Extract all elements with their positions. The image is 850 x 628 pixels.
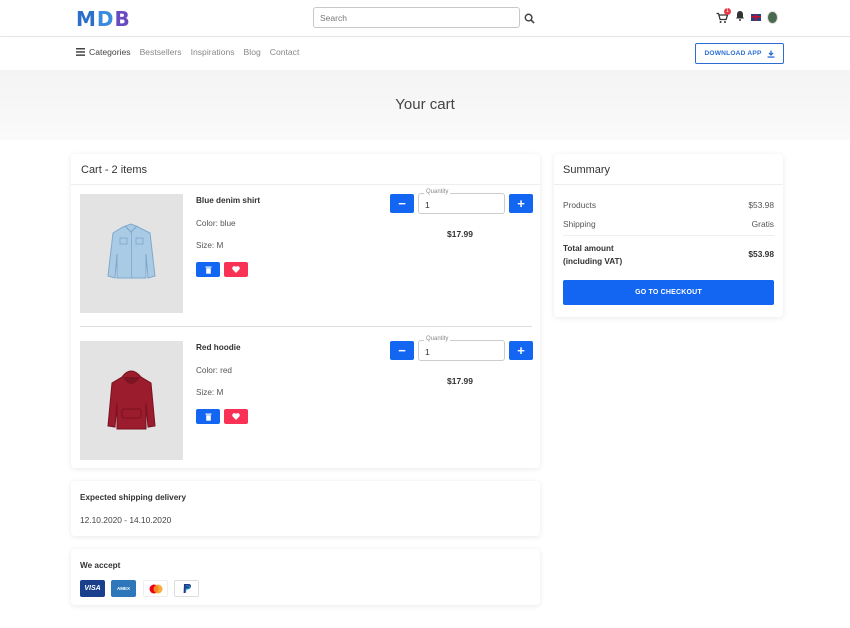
amex-icon: AMEX xyxy=(111,580,136,597)
nav-bar: Categories Bestsellers Inspirations Blog… xyxy=(0,37,850,70)
product-name[interactable]: Red hoodie xyxy=(196,343,241,352)
quantity-input[interactable] xyxy=(418,340,505,361)
heart-icon xyxy=(232,413,240,420)
quantity-input[interactable] xyxy=(418,193,505,214)
hamburger-icon xyxy=(76,48,85,56)
quantity-field: Quantity xyxy=(418,336,505,361)
logo-letter-b: B xyxy=(114,7,131,31)
products-value: $53.98 xyxy=(748,200,774,210)
increase-quantity-button[interactable]: + xyxy=(509,194,533,213)
summary-title: Summary xyxy=(554,154,783,185)
trash-icon xyxy=(205,413,211,421)
total-label-line2: (including VAT) xyxy=(563,257,623,266)
product-name[interactable]: Blue denim shirt xyxy=(196,196,260,205)
logo-letter-d: D xyxy=(96,7,115,31)
accept-title: We accept xyxy=(80,561,121,570)
product-price: $17.99 xyxy=(447,229,473,239)
visa-icon: VISA xyxy=(80,580,105,597)
total-value: $53.98 xyxy=(748,249,774,259)
logo[interactable]: MDB xyxy=(76,7,131,31)
mastercard-icon xyxy=(143,580,168,597)
nav-bestsellers[interactable]: Bestsellers xyxy=(140,47,182,57)
shipping-card: Expected shipping delivery 12.10.2020 - … xyxy=(71,481,540,536)
uk-flag-icon[interactable] xyxy=(751,13,761,21)
download-app-button[interactable]: DOWNLOAD APP xyxy=(695,43,784,64)
avatar[interactable] xyxy=(767,10,778,24)
quantity-label: Quantity xyxy=(424,336,451,342)
nav-blog[interactable]: Blog xyxy=(244,47,261,57)
download-icon xyxy=(767,50,775,58)
nav-contact[interactable]: Contact xyxy=(270,47,300,57)
logo-letter-m: M xyxy=(76,7,97,31)
item-divider xyxy=(80,326,532,327)
shipping-label: Shipping xyxy=(563,219,596,229)
denim-shirt-icon xyxy=(107,223,156,279)
cart-header: Cart - 2 items xyxy=(71,154,540,185)
products-label: Products xyxy=(563,200,597,210)
quantity-label: Quantity xyxy=(424,189,451,195)
quantity-field: Quantity xyxy=(418,189,505,214)
remove-item-button[interactable] xyxy=(196,409,220,424)
total-label-line1: Total amount xyxy=(563,244,614,253)
page-header: Your cart xyxy=(0,70,850,140)
total-label: Total amount (including VAT) xyxy=(563,242,622,268)
wishlist-button[interactable] xyxy=(224,262,248,277)
shipping-value: Gratis xyxy=(751,219,774,229)
cart-count-badge: 1 xyxy=(724,7,731,15)
product-size: Size: M xyxy=(196,241,224,250)
summary-divider xyxy=(563,235,774,236)
amex-label: AMEX xyxy=(116,586,130,591)
page-title: Your cart xyxy=(395,96,455,113)
checkout-button[interactable]: GO TO CHECKOUT xyxy=(563,280,774,305)
nav-inspirations[interactable]: Inspirations xyxy=(191,47,235,57)
decrease-quantity-button[interactable]: − xyxy=(390,341,414,360)
product-price: $17.99 xyxy=(447,376,473,386)
payment-methods-card: We accept VISA AMEX xyxy=(71,549,540,605)
visa-label: VISA xyxy=(84,585,101,592)
paypal-icon xyxy=(174,580,199,597)
search-icon[interactable] xyxy=(524,11,536,24)
cart-icon[interactable]: 1 xyxy=(716,7,731,24)
nav-categories[interactable]: Categories xyxy=(76,47,131,57)
shipping-title: Expected shipping delivery xyxy=(80,493,187,502)
bell-icon[interactable] xyxy=(735,8,745,26)
remove-item-button[interactable] xyxy=(196,262,220,277)
wishlist-button[interactable] xyxy=(224,409,248,424)
shipping-dates: 12.10.2020 - 14.10.2020 xyxy=(80,515,172,525)
product-color: Color: red xyxy=(196,366,232,375)
product-color: Color: blue xyxy=(196,219,236,228)
heart-icon xyxy=(232,266,240,273)
top-bar: MDB 1 xyxy=(0,0,850,37)
trash-icon xyxy=(205,266,211,274)
checkout-label: GO TO CHECKOUT xyxy=(635,289,702,296)
product-image[interactable] xyxy=(80,194,183,313)
download-app-label: DOWNLOAD APP xyxy=(704,50,762,57)
red-hoodie-icon xyxy=(107,370,156,430)
search-input[interactable] xyxy=(313,7,520,28)
nav-categories-label: Categories xyxy=(89,47,131,57)
increase-quantity-button[interactable]: + xyxy=(509,341,533,360)
product-size: Size: M xyxy=(196,388,224,397)
product-image[interactable] xyxy=(80,341,183,460)
decrease-quantity-button[interactable]: − xyxy=(390,194,414,213)
